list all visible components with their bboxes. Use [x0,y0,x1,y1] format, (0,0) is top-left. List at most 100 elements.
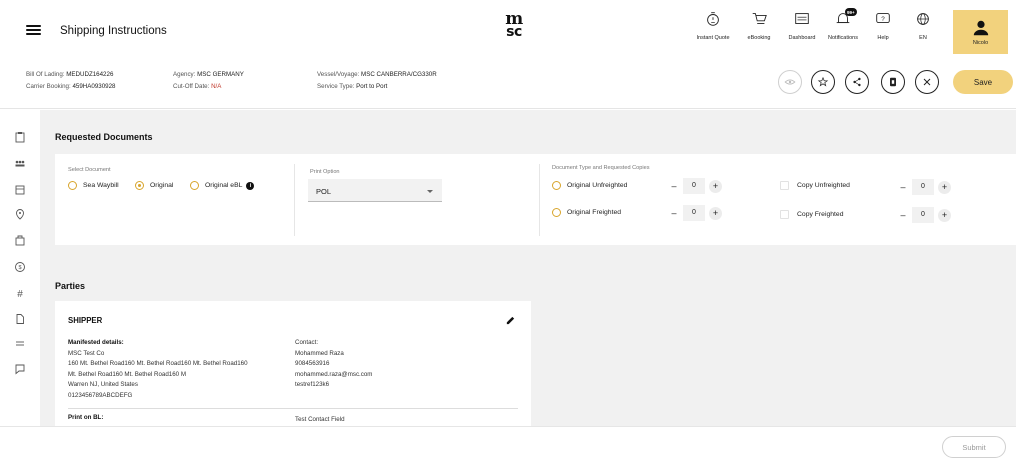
clipboard-icon[interactable] [14,131,26,143]
radio-original-freighted[interactable] [552,208,561,217]
option-copy-unfreighted[interactable]: Copy Unfreighted [780,181,850,190]
decrement-button[interactable]: – [669,181,679,191]
help-chat-icon: ? [876,13,890,24]
radio-original-unfreighted[interactable] [552,181,561,190]
carrier-booking-number: 459HA0930928 [72,83,116,90]
chevron-down-icon [427,190,433,193]
decrement-button[interactable]: – [898,210,908,220]
comment-icon[interactable] [14,363,26,375]
page-title: Shipping Instructions [60,25,167,37]
svg-text:$: $ [18,265,21,271]
increment-button[interactable]: + [709,206,722,220]
left-sidebar: $ # [0,110,40,426]
top-header: Shipping Instructions m sc Instant Quote … [0,0,1016,57]
original-unfreighted-stepper: – 0 + [669,178,722,194]
list-icon[interactable] [14,338,26,350]
select-document-label: Select Document [68,167,111,173]
agency-info: Agency: MSC GERMANY Cut-Off Date: N/A [173,71,244,90]
bl-number: MEDUDZ164226 [66,71,114,78]
edit-pencil-icon[interactable] [505,315,516,326]
radio-sea-waybill[interactable] [68,181,77,190]
requested-documents-title: Requested Documents [55,132,153,142]
doc-type-label: Document Type and Requested Copies [552,165,650,171]
footer-bar: Submit [0,426,1016,462]
original-freighted-stepper: – 0 + [669,205,722,221]
quantity-input[interactable]: 0 [912,179,934,195]
parties-icon[interactable] [14,158,26,170]
shipper-title: SHIPPER [68,316,103,325]
checkbox-copy-unfreighted[interactable] [780,181,789,190]
document-button[interactable] [881,70,905,94]
agency-value: MSC GERMANY [197,71,244,78]
booking-refs: Bill Of Lading: MEDUDZ164226 Carrier Boo… [26,71,116,90]
eye-icon [784,79,796,85]
copy-unfreighted-stepper: – 0 + [898,179,951,195]
payment-icon[interactable]: $ [14,261,26,273]
stopwatch-icon [707,12,719,26]
container-icon[interactable] [14,234,26,246]
close-icon [923,78,931,86]
divider [539,164,540,236]
quantity-input[interactable]: 0 [912,207,934,223]
cutoff-date: N/A [211,83,222,90]
cart-icon [752,13,767,24]
checkbox-copy-freighted[interactable] [780,210,789,219]
dashboard-icon [795,13,809,24]
option-original-unfreighted[interactable]: Original Unfreighted [552,181,627,190]
increment-button[interactable]: + [938,180,951,194]
requested-documents-card: Select Document Sea Waybill Original Ori… [55,154,1016,245]
booking-info-bar: Bill Of Lading: MEDUDZ164226 Carrier Boo… [0,57,1016,109]
preview-button[interactable] [778,70,802,94]
copy-freighted-stepper: – 0 + [898,207,951,223]
parties-title: Parties [55,281,86,291]
info-icon[interactable]: i [246,181,255,190]
building-icon[interactable] [14,183,26,195]
radio-original-ebl[interactable] [190,181,199,190]
msc-logo[interactable]: m sc [500,11,528,43]
print-on-bl-heading: Print on BL: [68,414,104,421]
option-original-freighted[interactable]: Original Freighted [552,208,621,217]
radio-original[interactable] [135,181,144,190]
share-button[interactable] [845,70,869,94]
file-icon[interactable] [14,313,26,325]
vessel-info: Vessel/Voyage: MSC CANBERRA/CG330R Servi… [317,71,437,90]
notification-badge: 99+ [845,8,857,16]
divider [68,408,518,409]
option-original[interactable]: Original [135,181,173,190]
globe-icon [917,13,929,25]
increment-button[interactable]: + [709,179,722,193]
increment-button[interactable]: + [938,208,951,222]
hashtag-icon[interactable]: # [14,287,26,299]
option-sea-waybill[interactable]: Sea Waybill [68,181,119,190]
user-icon [973,20,988,35]
nav-language[interactable]: EN [898,10,948,41]
service-type: Port to Port [356,83,388,90]
print-option-label: Print Option [310,169,340,175]
document-icon [890,77,896,87]
decrement-button[interactable]: – [898,182,908,192]
share-icon [853,77,861,87]
star-icon [817,76,829,87]
svg-text:?: ? [881,16,885,23]
decrement-button[interactable]: – [669,208,679,218]
favorite-button[interactable] [811,70,835,94]
save-button[interactable]: Save [953,70,1013,94]
close-button[interactable] [915,70,939,94]
main-content: Requested Documents Select Document Sea … [40,110,1016,426]
submit-button[interactable]: Submit [942,436,1006,458]
option-original-ebl[interactable]: Original eBL i [190,181,255,190]
option-copy-freighted[interactable]: Copy Freighted [780,210,843,219]
quantity-input[interactable]: 0 [683,178,705,194]
menu-icon[interactable] [26,25,41,35]
print-contact: Test Contact Field [295,416,345,423]
shipper-card: SHIPPER Manifested details: MSC Test Co … [55,301,531,426]
user-menu[interactable]: Nicolo [953,10,1008,54]
nav-instant-quote[interactable]: Instant Quote [688,10,738,41]
quantity-input[interactable]: 0 [683,205,705,221]
print-option-select[interactable]: POL [308,179,442,202]
divider [294,164,295,236]
svg-text:#: # [17,289,23,299]
vessel-voyage: MSC CANBERRA/CG330R [361,71,437,78]
contact-details: Contact: Mohammed Raza 9084563916 mohamm… [295,339,373,388]
location-pin-icon[interactable] [14,208,26,220]
